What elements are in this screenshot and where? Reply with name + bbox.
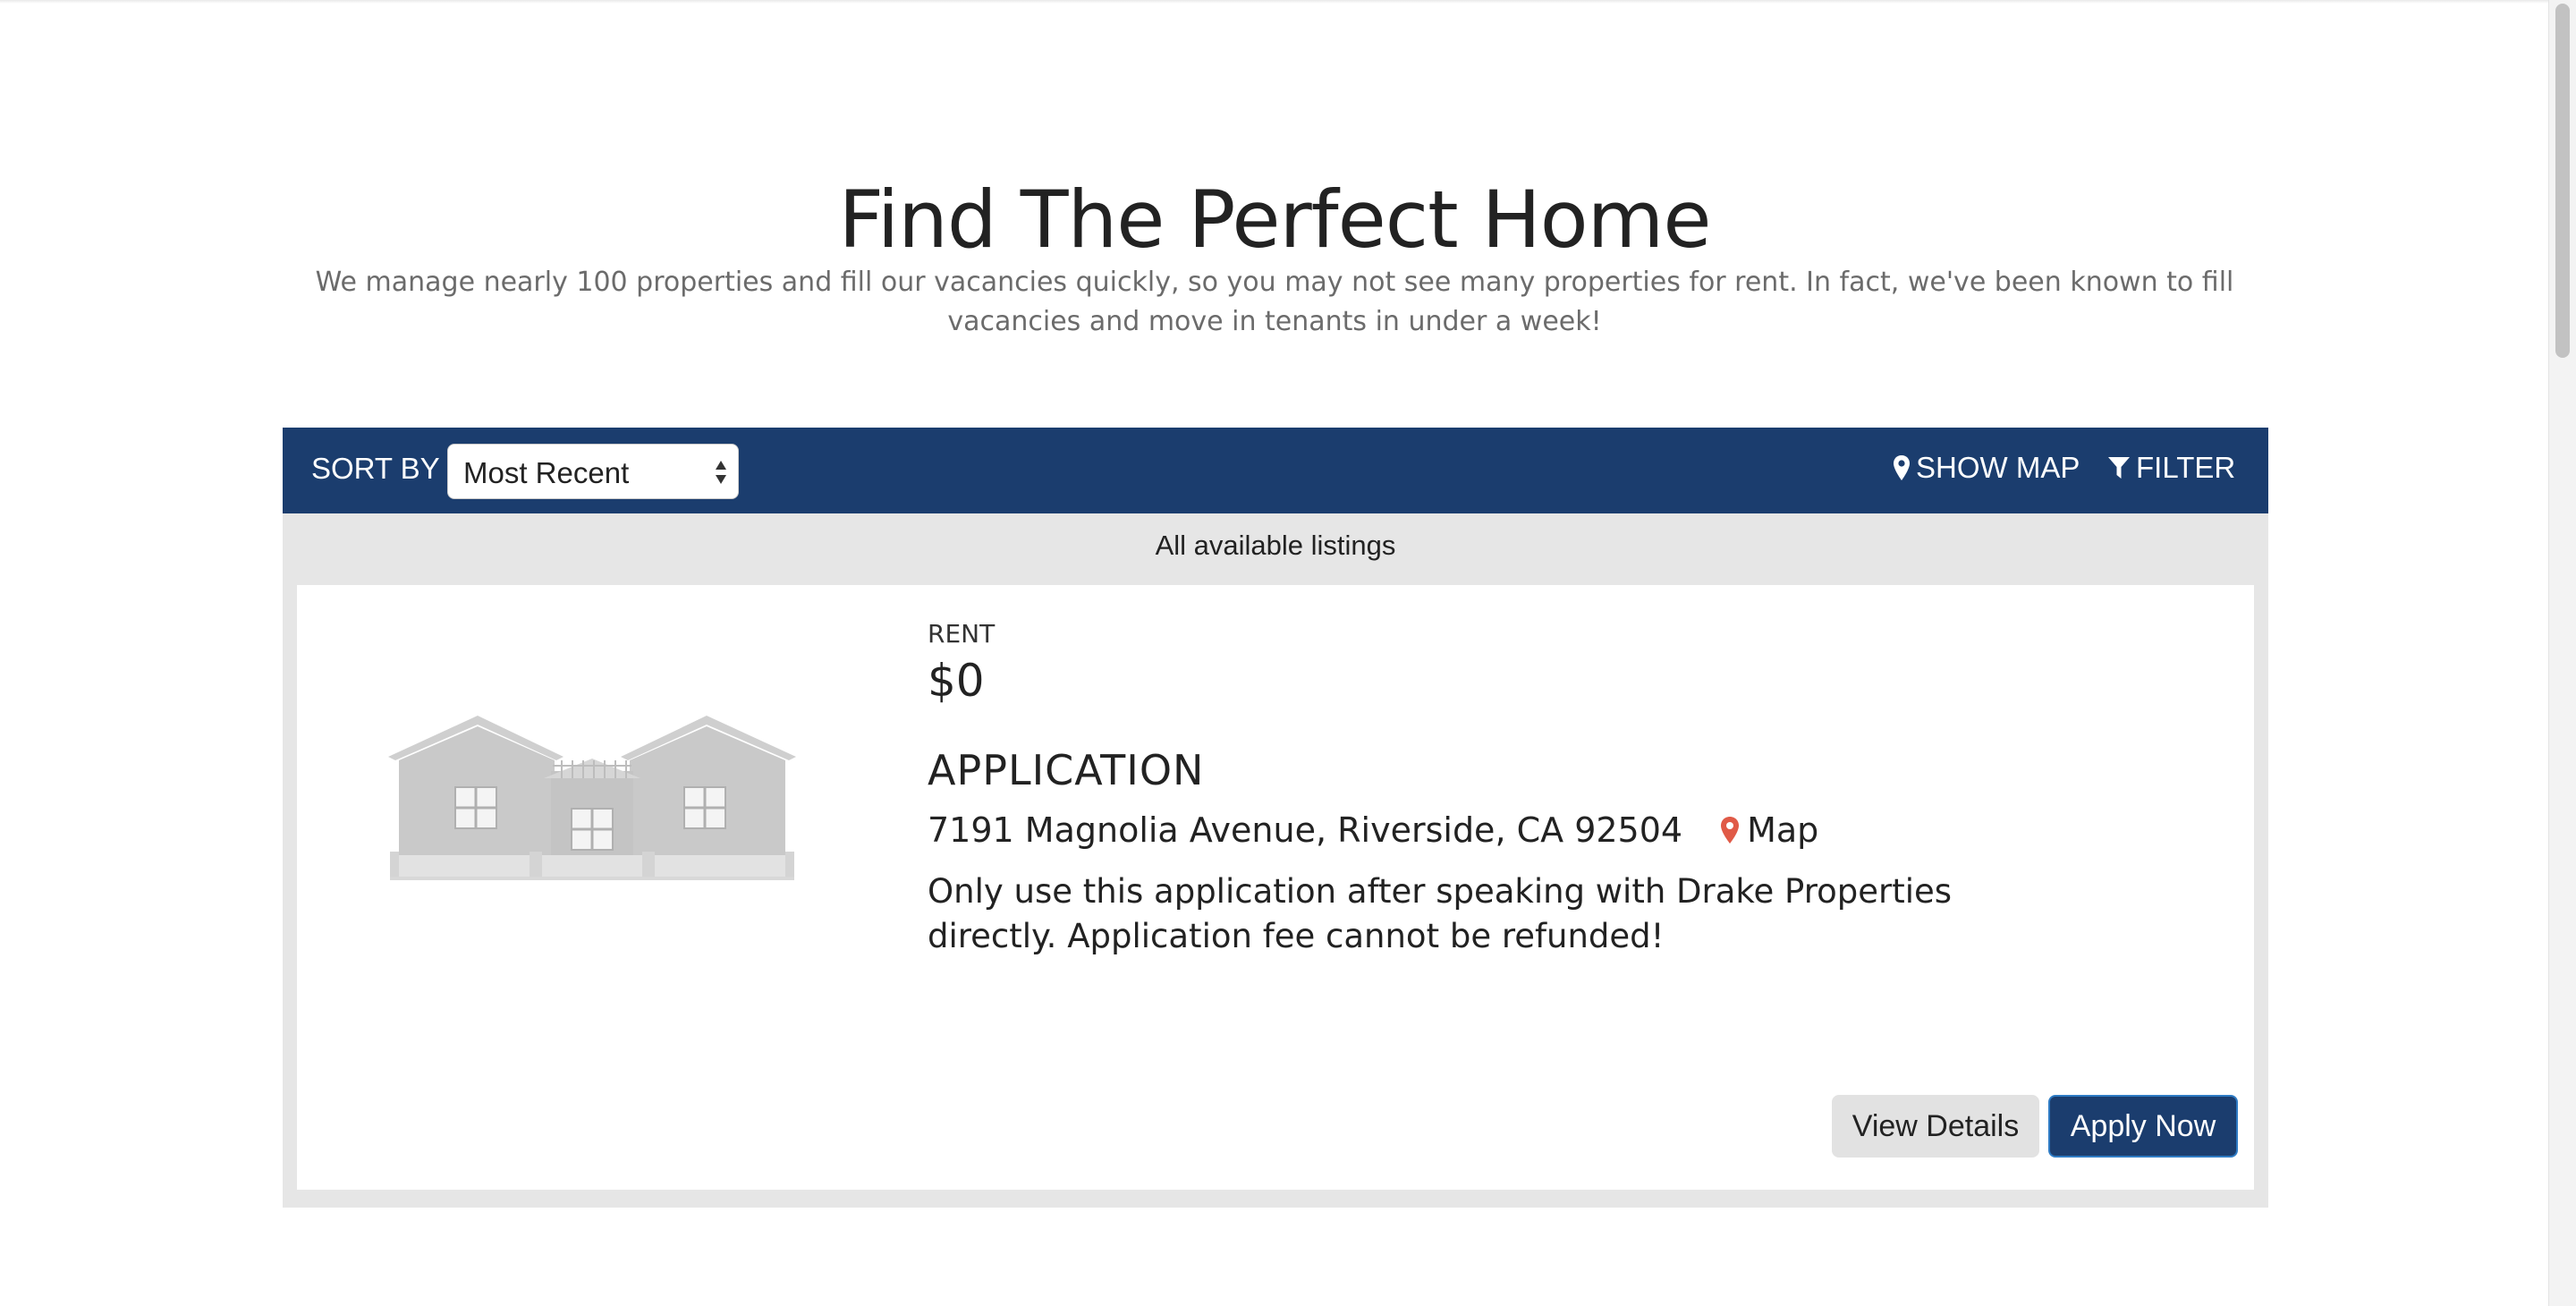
map-marker-icon bbox=[1894, 455, 1910, 480]
map-pin-icon bbox=[1721, 817, 1740, 844]
address-row: 7191 Magnolia Avenue, Riverside, CA 9250… bbox=[928, 810, 1818, 850]
filter-icon bbox=[2108, 457, 2130, 479]
sort-by-label: SORT BY bbox=[311, 452, 440, 485]
rent-value: $0 bbox=[928, 655, 985, 707]
scrollbar-thumb[interactable] bbox=[2555, 4, 2570, 358]
page-title: Find The Perfect Home bbox=[838, 174, 1711, 266]
sort-select[interactable]: Most Recent bbox=[447, 444, 739, 499]
view-details-button[interactable]: View Details bbox=[1832, 1095, 2039, 1158]
listing-description: Only use this application after speaking… bbox=[928, 872, 1953, 955]
apply-now-button[interactable]: Apply Now bbox=[2048, 1095, 2238, 1158]
listing-panel: SORT BY Most Recent SHOW MAP FILTER All … bbox=[283, 428, 2268, 1208]
listing-toolbar: SORT BY Most Recent SHOW MAP FILTER bbox=[283, 428, 2268, 513]
page-scrollbar[interactable] bbox=[2548, 0, 2576, 1306]
house-placeholder-icon bbox=[388, 716, 796, 880]
listing-title: APPLICATION bbox=[928, 746, 1205, 794]
show-map-label: SHOW MAP bbox=[1916, 451, 2080, 484]
listings-header: All available listings bbox=[1155, 530, 1396, 561]
filter-button[interactable]: FILTER bbox=[2107, 451, 2235, 485]
map-link-label: Map bbox=[1747, 810, 1819, 850]
show-map-button[interactable]: SHOW MAP bbox=[1893, 451, 2080, 485]
page-subtitle: We manage nearly 100 properties and fill… bbox=[315, 267, 2234, 337]
filter-label: FILTER bbox=[2136, 451, 2236, 484]
sort-select-value: Most Recent bbox=[463, 456, 630, 489]
top-shadow bbox=[0, 0, 2549, 4]
map-link[interactable]: Map bbox=[1720, 810, 1818, 850]
listing-card: RENT $0 APPLICATION 7191 Magnolia Avenue… bbox=[297, 585, 2254, 1190]
listing-address: 7191 Magnolia Avenue, Riverside, CA 9250… bbox=[928, 810, 1683, 850]
rent-label: RENT bbox=[928, 619, 996, 649]
select-arrows-icon bbox=[716, 461, 726, 484]
